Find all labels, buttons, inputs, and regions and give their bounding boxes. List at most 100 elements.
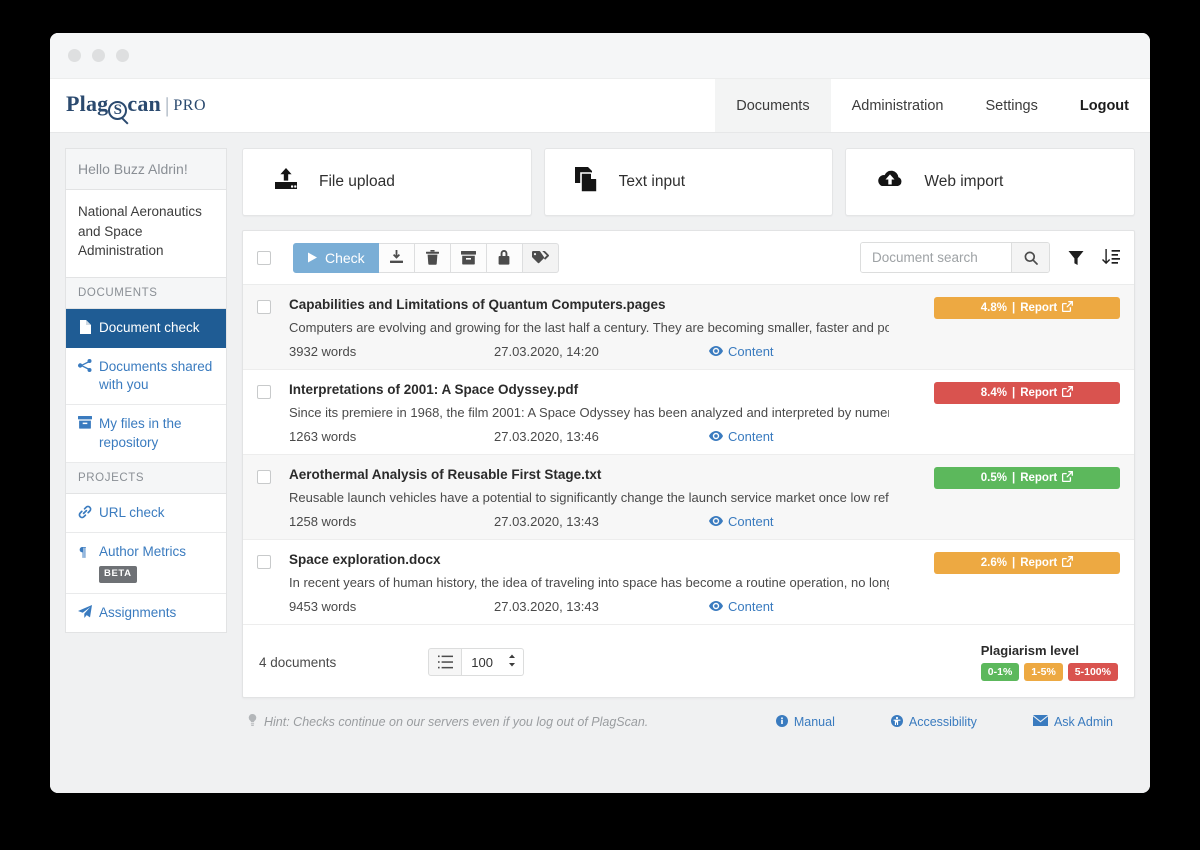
select-all-checkbox[interactable]: [257, 250, 271, 265]
per-page-select[interactable]: 100: [462, 648, 525, 676]
window-maximize-dot[interactable]: [116, 49, 129, 62]
sidebar-item-label: Assignments: [99, 605, 177, 621]
table-row[interactable]: Space exploration.docx In recent years o…: [243, 540, 1134, 625]
download-icon[interactable]: [378, 242, 415, 273]
document-excerpt: In recent years of human history, the id…: [289, 575, 889, 590]
content-link-label: Content: [728, 599, 774, 614]
document-title: Capabilities and Limitations of Quantum …: [289, 297, 666, 312]
report-label: Report: [1020, 387, 1058, 399]
table-row[interactable]: Interpretations of 2001: A Space Odyssey…: [243, 370, 1134, 455]
logo-separator: |: [164, 93, 170, 117]
sidebar-item-label: Author Metrics: [99, 544, 187, 559]
plagscan-logo[interactable]: Plag Scan | PRO: [50, 79, 206, 132]
sidebar-item-author-metrics[interactable]: ¶ Author Metrics BETA: [66, 533, 226, 595]
eye-icon: [709, 429, 723, 444]
card-web-import[interactable]: Web import: [845, 148, 1136, 216]
document-excerpt: Since its premiere in 1968, the film 200…: [289, 405, 889, 420]
app-body: Hello Buzz Aldrin! National Aeronautics …: [50, 133, 1150, 793]
card-text-input[interactable]: Text input: [543, 148, 834, 216]
toolbar-button-group: Check: [293, 242, 559, 273]
nav-item-administration[interactable]: Administration: [831, 79, 965, 132]
badge-separator: |: [1011, 557, 1016, 569]
logo-pro-label: PRO: [173, 96, 206, 114]
window-minimize-dot[interactable]: [92, 49, 105, 62]
row-checkbox[interactable]: [257, 385, 271, 399]
top-navigation: Documents Administration Settings Logout: [715, 79, 1150, 132]
document-word-count: 1258 words: [289, 514, 357, 529]
search-icon[interactable]: [1011, 243, 1049, 272]
content-link[interactable]: Content: [709, 514, 774, 529]
footer-links: Manual Accessibility Ask Admin: [775, 714, 1131, 730]
nav-item-documents[interactable]: Documents: [715, 79, 831, 132]
legend-title: Plagiarism level: [980, 643, 1080, 658]
ordered-list-icon[interactable]: [428, 648, 463, 676]
content-link[interactable]: Content: [709, 599, 774, 614]
report-badge[interactable]: 0.5% | Report: [934, 467, 1120, 489]
lightbulb-icon: [248, 713, 257, 730]
footer-link-ask-admin[interactable]: Ask Admin: [1032, 715, 1113, 730]
report-badge[interactable]: 2.6% | Report: [934, 552, 1120, 574]
sidebar-item-url-check[interactable]: URL check: [66, 494, 226, 533]
report-badge[interactable]: 8.4% | Report: [934, 382, 1120, 404]
app-header: Plag Scan | PRO Documents Administration …: [50, 79, 1150, 133]
eye-icon: [709, 344, 723, 359]
trash-icon[interactable]: [414, 242, 451, 273]
logo-text-part2: can: [127, 91, 161, 116]
row-checkbox[interactable]: [257, 300, 271, 314]
sidebar-item-assignments[interactable]: Assignments: [66, 594, 226, 632]
footer-link-manual[interactable]: Manual: [775, 714, 835, 730]
external-link-icon: [1062, 386, 1074, 400]
hint-text: Hint: Checks continue on our servers eve…: [264, 715, 649, 729]
sidebar-item-documents-shared[interactable]: Documents shared with you: [66, 348, 226, 406]
sidebar-group-projects-title: PROJECTS: [66, 462, 226, 494]
upload-icon: [273, 167, 299, 197]
plagiarism-percent: 8.4%: [980, 387, 1007, 399]
plagiarism-percent: 0.5%: [980, 472, 1007, 484]
logo-magnifier-icon: S: [108, 101, 128, 120]
content-link[interactable]: Content: [709, 344, 774, 359]
archive-icon[interactable]: [450, 242, 487, 273]
table-row[interactable]: Capabilities and Limitations of Quantum …: [243, 285, 1134, 370]
check-button[interactable]: Check: [293, 242, 379, 273]
pagination-controls: 100: [428, 648, 525, 676]
text-input-icon: [574, 167, 599, 197]
logo-text-part1: Plag: [66, 91, 109, 116]
nav-item-logout[interactable]: Logout: [1059, 79, 1150, 132]
card-file-upload[interactable]: File upload: [242, 148, 532, 216]
eye-icon: [709, 599, 723, 614]
play-icon: [307, 250, 318, 266]
row-checkbox[interactable]: [257, 470, 271, 484]
lock-icon[interactable]: [486, 242, 523, 273]
sidebar-item-document-check[interactable]: Document check: [66, 308, 226, 348]
share-icon: [77, 358, 92, 372]
sort-descending-icon[interactable]: [1102, 249, 1120, 266]
document-title: Aerothermal Analysis of Reusable First S…: [289, 467, 602, 482]
table-row[interactable]: Aerothermal Analysis of Reusable First S…: [243, 455, 1134, 540]
sidebar-organization: National Aeronautics and Space Administr…: [66, 190, 226, 278]
sidebar: Hello Buzz Aldrin! National Aeronautics …: [65, 148, 227, 634]
footer-link-label: Ask Admin: [1053, 715, 1113, 729]
table-footer: 4 documents 100 Plagiarism level 0-1% 1-…: [243, 625, 1134, 697]
sidebar-item-label: Documents shared with you: [99, 358, 213, 393]
window-titlebar: [50, 33, 1150, 79]
search-input[interactable]: [861, 243, 1011, 272]
action-cards: File upload Text input Web import: [242, 148, 1136, 216]
sidebar-item-label: My files in the repository: [99, 416, 182, 450]
window-close-dot[interactable]: [68, 49, 81, 62]
footer-link-accessibility[interactable]: Accessibility: [890, 714, 977, 730]
stepper-arrows-icon: [508, 654, 516, 670]
filter-icon[interactable]: [1068, 250, 1084, 266]
content-link[interactable]: Content: [709, 429, 774, 444]
sidebar-item-my-files-repository[interactable]: My files in the repository: [66, 405, 226, 463]
sidebar-greeting: Hello Buzz Aldrin!: [66, 149, 226, 190]
document-word-count: 3932 words: [289, 344, 357, 359]
tag-icon[interactable]: [522, 242, 559, 273]
nav-item-settings[interactable]: Settings: [964, 79, 1058, 132]
document-date: 27.03.2020, 13:46: [494, 429, 599, 444]
link-icon: [77, 505, 92, 519]
card-label: File upload: [319, 173, 395, 190]
report-badge[interactable]: 4.8% | Report: [934, 297, 1120, 319]
row-checkbox[interactable]: [257, 555, 271, 569]
document-date: 27.03.2020, 13:43: [494, 514, 599, 529]
svg-text:¶: ¶: [79, 545, 87, 558]
